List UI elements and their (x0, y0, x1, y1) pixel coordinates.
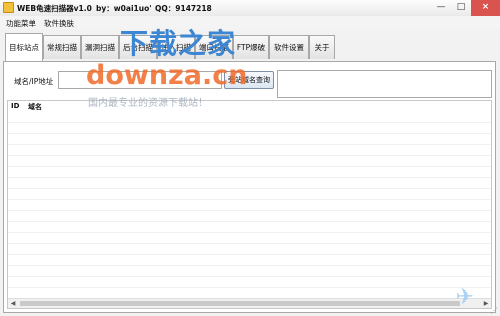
tab-ftp-brute[interactable]: FTP爆破 (233, 35, 269, 59)
side-domain-query-button[interactable]: 旁站域名查询 (224, 71, 274, 89)
horizontal-scrollbar[interactable]: ◀ ▶ (8, 298, 491, 308)
maximize-button[interactable]: □ (451, 0, 471, 16)
result-box (277, 70, 492, 98)
list-row-empty (8, 244, 491, 255)
menu-bar: 功能菜单 软件换肤 (0, 16, 500, 29)
list-row-empty (8, 222, 491, 233)
author-text: by：w0ai1uo' (96, 4, 152, 13)
list-row-empty (8, 123, 491, 134)
list-row-empty (8, 167, 491, 178)
domain-ip-label: 域名/IP地址 (14, 77, 54, 86)
tab-vuln-scan[interactable]: 漏洞扫描 (81, 35, 119, 59)
list-row-empty (8, 233, 491, 244)
tab-strip: 目标站点 常规扫描 漏洞扫描 后台扫描 注入扫描 端口扫描 FTP爆破 软件设置… (0, 29, 500, 61)
scroll-left-icon[interactable]: ◀ (8, 299, 18, 308)
tab-admin-scan[interactable]: 后台扫描 (119, 35, 157, 59)
tab-inject-scan[interactable]: 注入扫描 (157, 35, 195, 59)
window-title: WEB龟速扫描器v1.0 (17, 4, 92, 13)
list-rows (8, 112, 491, 299)
list-row-empty (8, 211, 491, 222)
tab-settings[interactable]: 软件设置 (269, 35, 309, 59)
tab-regular-scan[interactable]: 常规扫描 (43, 35, 81, 59)
domain-list[interactable]: ID 域名 ◀ ▶ (7, 100, 492, 309)
scroll-thumb[interactable] (20, 301, 460, 306)
list-row-empty (8, 200, 491, 211)
list-header: ID 域名 (8, 101, 491, 112)
title-bar: WEB龟速扫描器v1.0 by：w0ai1uo' QQ：9147218 — □ … (0, 0, 500, 17)
list-row-empty (8, 277, 491, 288)
list-row-empty (8, 178, 491, 189)
list-row-empty (8, 134, 491, 145)
minimize-button[interactable]: — (431, 0, 451, 16)
menu-function[interactable]: 功能菜单 (6, 18, 36, 29)
tab-about[interactable]: 关于 (309, 35, 335, 59)
column-domain[interactable]: 域名 (28, 102, 42, 112)
list-row-empty (8, 112, 491, 123)
domain-ip-input[interactable] (58, 71, 222, 89)
target-site-panel: 域名/IP地址 旁站域名查询 ID 域名 ◀ ▶ (3, 61, 496, 313)
column-id[interactable]: ID (11, 102, 19, 110)
list-row-empty (8, 189, 491, 200)
list-row-empty (8, 145, 491, 156)
close-button[interactable]: × (471, 0, 500, 16)
menu-skin[interactable]: 软件换肤 (44, 18, 74, 29)
list-row-empty (8, 266, 491, 277)
qq-text: QQ：9147218 (155, 4, 212, 13)
resize-grip-icon[interactable]: ⋰ (490, 306, 498, 315)
list-row-empty (8, 156, 491, 167)
app-icon (3, 2, 14, 13)
tab-target-site[interactable]: 目标站点 (5, 33, 43, 61)
tab-port-scan[interactable]: 端口扫描 (195, 35, 233, 59)
list-row-empty (8, 255, 491, 266)
